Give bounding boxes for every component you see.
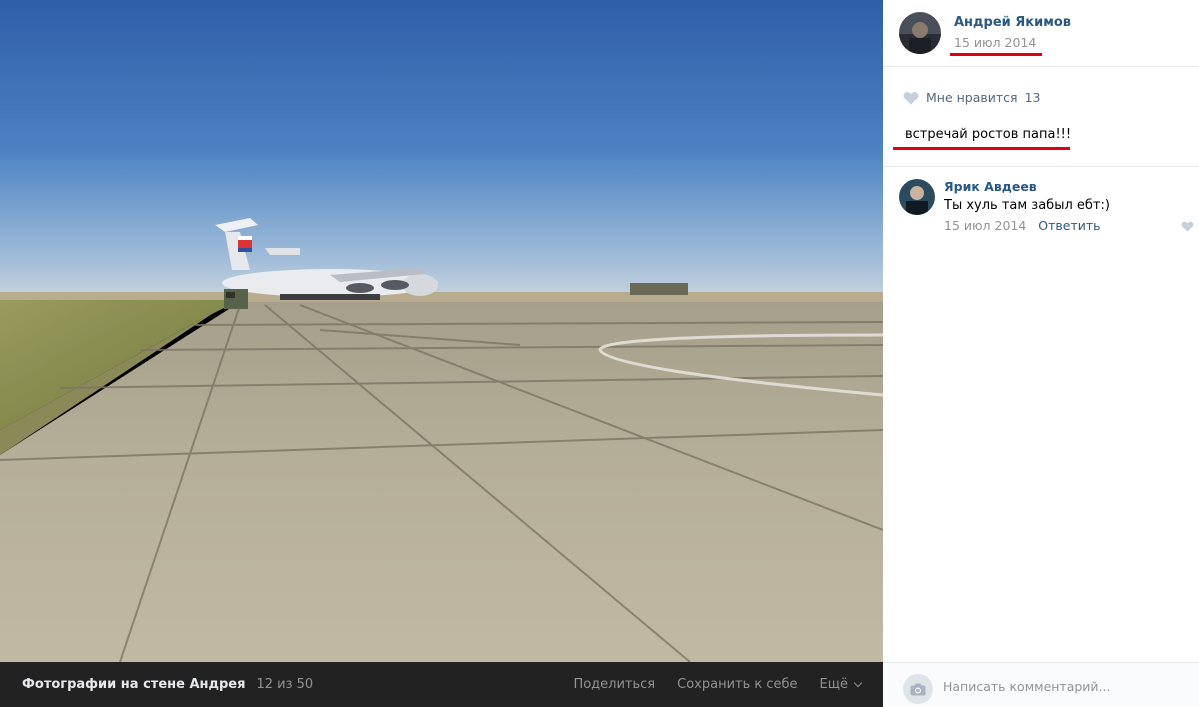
like-button[interactable]: Мне нравится 13 — [903, 90, 1040, 105]
author-avatar[interactable] — [899, 12, 941, 54]
red-underline-caption — [893, 147, 1070, 150]
comment-meta: 15 июл 2014 Ответить — [944, 218, 1101, 233]
heart-icon — [903, 91, 919, 104]
camera-icon — [910, 683, 926, 695]
share-button[interactable]: Поделиться — [573, 677, 655, 692]
commenter-avatar[interactable] — [899, 179, 935, 215]
photo-viewer: Фотографии на стене Андрея 12 из 50 Поде… — [0, 0, 883, 707]
photo-counter: 12 из 50 — [256, 677, 314, 692]
likes-label: Мне нравится — [926, 90, 1018, 105]
comment-composer — [883, 662, 1199, 707]
heart-icon[interactable] — [1181, 221, 1194, 232]
photo-actions: Поделиться Сохранить к себе Ещё — [551, 677, 863, 692]
commenter-name[interactable]: Ярик Авдеев — [944, 179, 1037, 194]
comment-text: Ты хуль там забыл ебт:) — [944, 198, 1110, 213]
reply-button[interactable]: Ответить — [1038, 218, 1100, 233]
likes-count: 13 — [1024, 90, 1041, 105]
author-name[interactable]: Андрей Якимов — [954, 15, 1071, 30]
save-to-self-button[interactable]: Сохранить к себе — [677, 677, 797, 692]
post-author-header: Андрей Якимов 15 июл 2014 — [883, 0, 1199, 67]
album-title[interactable]: Фотографии на стене Андрея — [22, 677, 245, 692]
photo-image[interactable] — [0, 0, 883, 662]
red-underline-date — [950, 53, 1042, 56]
post-caption: встречай ростов папа!!! — [905, 127, 1072, 142]
attach-photo-button[interactable] — [903, 674, 933, 704]
post-date[interactable]: 15 июл 2014 — [954, 35, 1036, 50]
comment-item: Ярик Авдеев Ты хуль там забыл ебт:) 15 и… — [883, 167, 1199, 247]
post-side-panel: Андрей Якимов 15 июл 2014 Мне нравится 1… — [883, 0, 1199, 707]
comment-date[interactable]: 15 июл 2014 — [944, 218, 1026, 233]
more-button[interactable]: Ещё — [819, 677, 863, 692]
more-label: Ещё — [819, 677, 848, 692]
comment-input[interactable] — [943, 675, 1183, 697]
chevron-down-icon — [853, 678, 863, 687]
photo-bar: Фотографии на стене Андрея 12 из 50 Поде… — [0, 662, 883, 707]
